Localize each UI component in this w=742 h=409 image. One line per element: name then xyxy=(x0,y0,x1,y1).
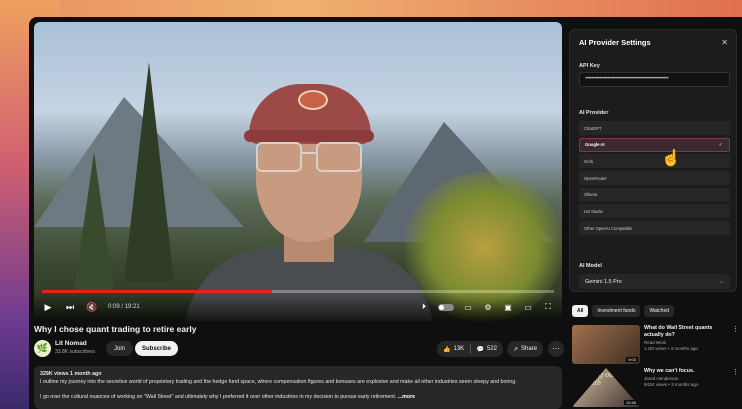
comment-count: 522 xyxy=(486,346,497,352)
chevron-down-icon: ⌄ xyxy=(718,279,724,285)
like-button[interactable]: 👍 13K xyxy=(437,341,470,357)
provider-option[interactable]: Grok xyxy=(579,154,730,169)
description-box[interactable]: 329K views 1 month ago I outline my jour… xyxy=(34,366,562,409)
next-icon[interactable]: ⏭ xyxy=(64,301,76,313)
provider-option[interactable]: OpenRouter xyxy=(579,171,730,186)
panel-title: AI Provider Settings xyxy=(579,38,651,47)
video-thumbnail[interactable]: 9:03 xyxy=(572,325,640,364)
miniplayer-icon[interactable]: ▣ xyxy=(502,302,514,312)
provider-option-selected[interactable]: Google AI ✓ xyxy=(579,137,730,152)
recommended-channel: Jared Henderson xyxy=(644,376,679,381)
more-options-icon[interactable]: ⋮ xyxy=(732,325,739,333)
recommended-title[interactable]: Why we can't focus. xyxy=(644,368,729,375)
join-button[interactable]: Join xyxy=(106,341,134,356)
play-icon[interactable]: ▶ xyxy=(42,301,54,313)
recommended-meta: 1.1M views • 3 months ago xyxy=(644,346,698,351)
video-duration: 9:03 xyxy=(626,357,638,362)
hand-cursor-icon: ☝ xyxy=(661,150,681,167)
chip-investment-funds[interactable]: Investment funds xyxy=(592,305,641,317)
description-stats: 329K views 1 month ago xyxy=(40,371,102,377)
thumbs-up-icon: 👍 xyxy=(443,346,451,353)
api-key-input[interactable]: ••••••••••••••••••••••••••••••••••••••••… xyxy=(579,72,730,87)
fullscreen-icon[interactable]: ⛶ xyxy=(542,302,554,312)
provider-list: ChatGPT Google AI ✓ Grok OpenRouter Ollam… xyxy=(579,121,730,238)
provider-option[interactable]: LM Studio xyxy=(579,204,730,219)
autoplay-toggle[interactable] xyxy=(438,303,454,311)
video-controls: ▶ ⏭ 🔇 0:09 / 19:21 ⏵ ▭ ⚙ ▣ ▭ ⛶ xyxy=(34,293,562,321)
filter-chips: All Investment funds Watched xyxy=(572,305,675,317)
video-thumbnail[interactable]: Amusing ourselves to death 12:40 xyxy=(572,368,640,407)
subscribe-button[interactable]: Subscribe xyxy=(135,341,179,356)
browser-window: ▶ ⏭ 🔇 0:09 / 19:21 ⏵ ▭ ⚙ ▣ ▭ ⛶ Why I cho… xyxy=(29,17,742,409)
description-line: I go over the cultural nuances of workin… xyxy=(40,394,416,400)
settings-gear-icon[interactable]: ⚙ xyxy=(482,302,494,312)
api-key-label: API Key xyxy=(579,63,600,69)
channel-subscriber-count: 33.8K subscribers xyxy=(55,349,96,355)
theater-mode-icon[interactable]: ▭ xyxy=(522,302,534,312)
comment-icon: 💬 xyxy=(476,346,484,353)
provider-option[interactable]: ChatGPT xyxy=(579,121,730,135)
recommended-channel: Read Work xyxy=(644,340,667,345)
more-options-icon[interactable]: ⋮ xyxy=(732,368,739,376)
recommended-video[interactable]: 9:03 What do Wall Street quants actually… xyxy=(572,325,742,365)
video-duration: 12:40 xyxy=(623,400,638,405)
provider-option[interactable]: Other OpenAI Compatible xyxy=(579,221,730,236)
subtitles-icon[interactable]: ▭ xyxy=(462,302,474,312)
video-player[interactable]: ▶ ⏭ 🔇 0:09 / 19:21 ⏵ ▭ ⚙ ▣ ▭ ⛶ xyxy=(34,22,562,321)
ai-provider-settings-panel: AI Provider Settings ✕ API Key •••••••••… xyxy=(569,29,737,292)
ambient-mode-icon[interactable]: ⏵ xyxy=(418,302,430,312)
mute-icon[interactable]: 🔇 xyxy=(86,301,98,313)
video-frame-person xyxy=(244,130,374,142)
provider-option[interactable]: Ollama xyxy=(579,187,730,202)
comments-button[interactable]: 💬 522 xyxy=(471,341,504,357)
recommended-title[interactable]: What do Wall Street quants actually do? xyxy=(644,325,729,339)
channel-name[interactable]: Lit Nomad xyxy=(55,340,87,347)
recommended-meta: 942K views • 3 months ago xyxy=(644,382,699,387)
check-icon: ✓ xyxy=(718,141,723,148)
close-icon[interactable]: ✕ xyxy=(721,38,728,47)
channel-row: 🌿 Lit Nomad 33.8K subscribers Join Subsc… xyxy=(34,339,564,359)
ai-model-label: AI Model xyxy=(579,263,602,269)
share-icon: ↗ xyxy=(513,346,519,353)
share-button[interactable]: ↗ Share xyxy=(507,341,544,357)
thumbnail-text: Amusing ourselves to death xyxy=(575,370,636,387)
ai-provider-label: AI Provider xyxy=(579,110,609,116)
chip-all[interactable]: All xyxy=(572,305,589,317)
recommended-video[interactable]: Amusing ourselves to death 12:40 Why we … xyxy=(572,368,742,408)
chip-watched[interactable]: Watched xyxy=(644,305,675,317)
description-more-link[interactable]: ...more xyxy=(398,394,415,400)
video-frame-glasses xyxy=(256,142,366,174)
video-title: Why I chose quant trading to retire earl… xyxy=(34,324,197,334)
cap-logo xyxy=(298,90,328,110)
description-line: I outline my journey into the secretive … xyxy=(40,379,517,385)
like-dislike-group: 👍 13K 💬 522 xyxy=(437,341,503,357)
more-actions-button[interactable]: ⋯ xyxy=(548,341,564,357)
channel-avatar[interactable]: 🌿 xyxy=(34,340,51,357)
ai-model-select[interactable]: Gemini 1.5 Pro ⌄ xyxy=(579,274,730,289)
like-count: 13K xyxy=(453,346,465,352)
time-display: 0:09 / 19:21 xyxy=(108,304,140,310)
